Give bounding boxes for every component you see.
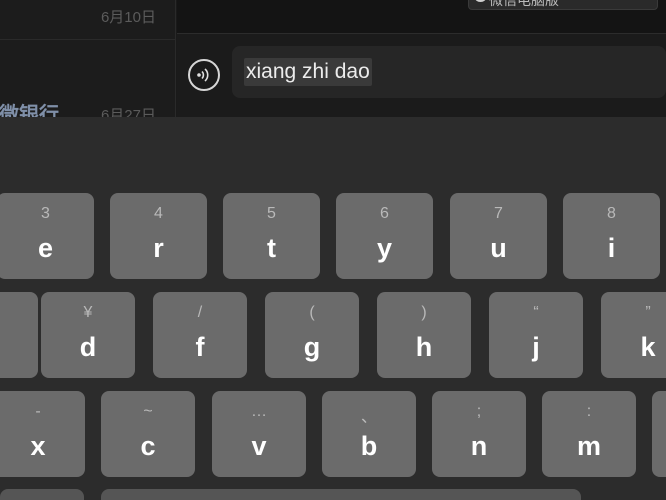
key-partial[interactable] bbox=[0, 292, 38, 378]
key-primary-label: g bbox=[303, 332, 321, 362]
key-secondary-label: ¥ bbox=[83, 304, 93, 321]
key-secondary-label: 8 bbox=[607, 205, 616, 222]
key-g[interactable]: (g bbox=[265, 292, 359, 378]
key-primary-label: n bbox=[470, 431, 488, 461]
key-primary-label: r bbox=[153, 233, 164, 263]
key-n[interactable]: ; n bbox=[432, 391, 526, 477]
key-d[interactable]: ¥ d bbox=[41, 292, 135, 378]
key-secondary-label: ; bbox=[476, 403, 482, 420]
key-secondary-label: ~ bbox=[143, 403, 153, 420]
key-f[interactable]: / f bbox=[153, 292, 247, 378]
key-primary-label: h bbox=[415, 332, 433, 362]
key-primary-label: j bbox=[532, 332, 540, 362]
chat-list: 6月10日 微银行 6月27日 bbox=[0, 0, 176, 126]
key-x[interactable]: -x bbox=[0, 391, 85, 477]
voice-input-button[interactable] bbox=[188, 59, 220, 91]
key-primary-label: x bbox=[30, 431, 46, 461]
key-primary-label: t bbox=[267, 233, 276, 263]
key-primary-label: m bbox=[576, 431, 601, 461]
chat-date: 6月10日 bbox=[100, 9, 156, 26]
voice-icon bbox=[197, 68, 209, 82]
space-bar[interactable] bbox=[101, 489, 581, 500]
key-e[interactable]: 3e bbox=[0, 193, 94, 279]
key-partial[interactable] bbox=[652, 391, 666, 477]
chat-list-item[interactable]: 6月10日 bbox=[0, 0, 176, 40]
app-tooltip: 微信电脑版 bbox=[468, 0, 658, 10]
key-primary-label: u bbox=[490, 233, 507, 263]
key-secondary-label: ” bbox=[645, 304, 651, 321]
key-primary-label: y bbox=[376, 233, 393, 263]
key-secondary-label: 3 bbox=[41, 205, 50, 222]
key-secondary-label: … bbox=[251, 403, 267, 420]
key-primary-label: i bbox=[607, 233, 616, 263]
key-secondary-label: 5 bbox=[267, 205, 276, 222]
key-primary-label: v bbox=[251, 431, 267, 461]
input-composition-text: xiang zhi dao bbox=[244, 58, 372, 86]
key-secondary-label: 、 bbox=[360, 409, 377, 426]
key-secondary-label: 6 bbox=[380, 205, 389, 222]
key-k[interactable]: ” k bbox=[601, 292, 666, 378]
key-secondary-label: ) bbox=[421, 304, 427, 321]
key-secondary-label: - bbox=[35, 403, 41, 420]
key-primary-label: b bbox=[360, 431, 378, 461]
key-secondary-label: : bbox=[586, 403, 592, 420]
on-screen-keyboard: 3 e 4 r 5 t 6 y 7 u 8 i ¥ d / f(g) h “j” k - x ~ c… v、 b; n: m bbox=[0, 117, 666, 500]
key-i[interactable]: 8i bbox=[563, 193, 660, 279]
key-secondary-label: 4 bbox=[154, 205, 163, 222]
key-c[interactable]: ~ c bbox=[101, 391, 195, 477]
key-secondary-label: “ bbox=[533, 304, 539, 321]
key-y[interactable]: 6y bbox=[336, 193, 433, 279]
key-h[interactable]: ) h bbox=[377, 292, 471, 378]
key-primary-label: k bbox=[640, 332, 656, 362]
key-m[interactable]: :m bbox=[542, 391, 636, 477]
key-u[interactable]: 7u bbox=[450, 193, 547, 279]
top-bar: 微信电脑版 bbox=[177, 0, 666, 34]
key-b[interactable]: 、 b bbox=[322, 391, 416, 477]
app-root: 6月10日 微银行 6月27日 微信电脑版 xiang zhi dao 3 e … bbox=[0, 0, 666, 500]
key-r[interactable]: 4r bbox=[110, 193, 207, 279]
key-primary-label: c bbox=[140, 431, 156, 461]
key-secondary-label: ( bbox=[309, 304, 315, 321]
key-t[interactable]: 5t bbox=[223, 193, 320, 279]
chat-pane: 微信电脑版 xiang zhi dao bbox=[177, 0, 666, 120]
key-secondary-label: / bbox=[197, 304, 203, 321]
keyboard-bottom-key[interactable] bbox=[0, 489, 84, 500]
tooltip-text: 微信电脑版 bbox=[489, 0, 559, 8]
wechat-icon bbox=[475, 0, 486, 2]
key-v[interactable]: … v bbox=[212, 391, 306, 477]
key-primary-label: d bbox=[79, 332, 97, 362]
key-secondary-label: 7 bbox=[494, 205, 503, 222]
key-primary-label: f bbox=[195, 332, 205, 362]
key-j[interactable]: “j bbox=[489, 292, 583, 378]
key-primary-label: e bbox=[37, 233, 54, 263]
message-input[interactable]: xiang zhi dao bbox=[232, 46, 666, 98]
